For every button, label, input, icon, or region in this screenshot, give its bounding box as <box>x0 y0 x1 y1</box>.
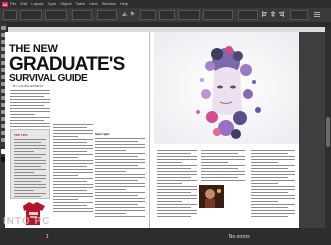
menu-object[interactable]: Object <box>60 0 72 8</box>
byline: BY LAURA ERNEST <box>13 84 44 88</box>
scrollbar-thumb[interactable] <box>326 117 330 147</box>
menu-type[interactable]: Type <box>47 0 56 8</box>
page-spine <box>149 32 150 228</box>
text-column-5[interactable] <box>201 150 245 183</box>
align-center-icon[interactable] <box>270 11 276 17</box>
sidebar-box[interactable]: TOP TIPS <box>10 129 50 199</box>
flip-horizontal-icon[interactable] <box>122 11 128 17</box>
menu-layout[interactable]: Layout <box>31 0 43 8</box>
menu-view[interactable]: View <box>89 0 98 8</box>
text-column-4[interactable] <box>157 150 197 219</box>
text-column-1[interactable] <box>10 90 50 129</box>
menu-table[interactable]: Table <box>76 0 86 8</box>
status-bar: 1 No errors <box>0 228 331 245</box>
article-headline[interactable]: THE NEW GRADUATE'S SURVIVAL GUIDE <box>9 44 125 84</box>
width-field[interactable] <box>45 10 67 20</box>
menu-bar: Id File Edit Layout Type Object Table Vi… <box>0 0 331 8</box>
sidebar-title: TOP TIPS <box>14 133 28 137</box>
control-panel <box>0 8 331 23</box>
scale-field[interactable] <box>72 10 92 20</box>
preflight-status[interactable]: No errors <box>229 234 250 240</box>
headline-line-3: SURVIVAL GUIDE <box>9 73 88 84</box>
headline-line-2: GRADUATE'S <box>9 54 125 75</box>
menu-options-icon[interactable] <box>314 11 320 17</box>
app-icon[interactable]: Id <box>2 1 8 7</box>
fill-swatch[interactable] <box>140 10 156 20</box>
align-left-icon[interactable] <box>262 11 268 17</box>
x-position-field[interactable] <box>20 10 42 20</box>
reference-point-selector[interactable] <box>3 10 17 20</box>
flip-vertical-icon[interactable] <box>130 11 136 17</box>
opacity-field[interactable] <box>238 10 258 20</box>
rotate-field[interactable] <box>97 10 117 20</box>
align-right-icon[interactable] <box>278 11 284 17</box>
stroke-swatch[interactable] <box>159 10 175 20</box>
left-page[interactable]: THE NEW GRADUATE'S SURVIVAL GUIDE BY LAU… <box>5 32 149 228</box>
text-column-2[interactable] <box>53 124 93 214</box>
menu-file[interactable]: File <box>10 0 16 8</box>
vertical-scrollbar[interactable] <box>325 27 331 228</box>
stroke-type-select[interactable] <box>203 10 233 20</box>
menu-window[interactable]: Window <box>102 0 116 8</box>
stroke-weight-field[interactable] <box>178 10 200 20</box>
menu-edit[interactable]: Edit <box>20 0 27 8</box>
page-spread[interactable]: THE NEW GRADUATE'S SURVIVAL GUIDE BY LAU… <box>0 32 309 229</box>
hero-image[interactable] <box>154 32 299 144</box>
text-column-3[interactable] <box>95 138 145 219</box>
right-page[interactable] <box>149 32 299 228</box>
inset-photo[interactable] <box>199 185 224 208</box>
text-column-6[interactable] <box>251 150 295 219</box>
watermark: INTO PC <box>3 216 51 227</box>
menu-help[interactable]: Help <box>120 0 128 8</box>
page-number-field[interactable]: 1 <box>46 234 49 240</box>
zoom-select[interactable] <box>290 10 308 20</box>
selection-tool-icon[interactable] <box>1 26 6 30</box>
section-heading: Start right <box>95 132 110 136</box>
